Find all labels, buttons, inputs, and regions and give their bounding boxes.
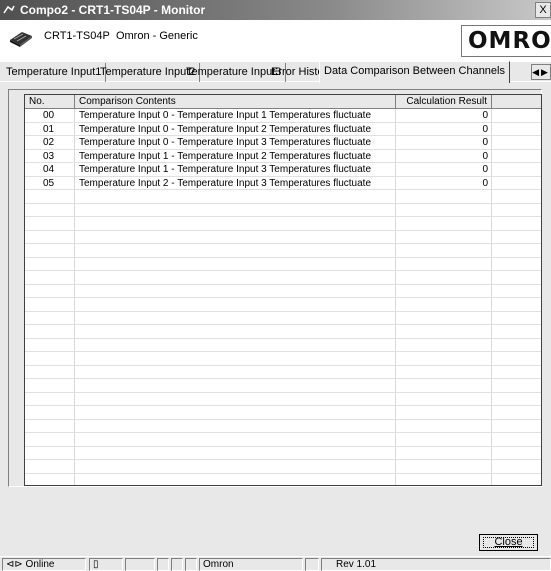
- column-header-no[interactable]: No.: [25, 95, 75, 109]
- cell-no: 03: [43, 150, 55, 162]
- table-row[interactable]: [25, 379, 541, 393]
- tab-bar: Temperature Input1 Temperature Input2 Te…: [0, 61, 551, 83]
- tab-panel: No. Comparison Contents Calculation Resu…: [8, 89, 542, 487]
- cell-no: 05: [43, 177, 55, 189]
- status-vendor: Omron: [199, 558, 303, 571]
- cell-no: 00: [43, 110, 55, 121]
- table-row[interactable]: [25, 352, 541, 366]
- status-text: Online: [25, 559, 55, 570]
- cell-calculation-result: 0: [482, 150, 488, 162]
- device-header: CRT1-TS04P Omron - Generic OMRON: [0, 20, 551, 62]
- table-row[interactable]: [25, 433, 541, 447]
- table-row[interactable]: [25, 312, 541, 325]
- cell-comparison-contents: Temperature Input 2 - Temperature Input …: [79, 177, 372, 189]
- status-panel: [171, 558, 183, 571]
- cell-calculation-result: 0: [482, 164, 488, 175]
- table-row[interactable]: [25, 258, 541, 271]
- table-row[interactable]: [25, 298, 541, 312]
- cell-no: 04: [43, 164, 55, 175]
- table-row[interactable]: [25, 366, 541, 379]
- cell-calculation-result: 0: [482, 137, 488, 148]
- omron-logo: OMRON: [461, 25, 551, 57]
- cell-no: 02: [43, 137, 55, 148]
- cell-comparison-contents: Temperature Input 0 - Temperature Input …: [79, 137, 372, 148]
- window-title: Compo2 - CRT1-TS04P - Monitor: [20, 3, 206, 17]
- table-row[interactable]: [25, 339, 541, 352]
- table-row[interactable]: [25, 420, 541, 433]
- table-row[interactable]: [25, 325, 541, 339]
- table-row[interactable]: 01 Temperature Input 0 - Temperature Inpu…: [25, 123, 541, 136]
- table-row[interactable]: [25, 217, 541, 231]
- status-panel: [157, 558, 169, 571]
- tab-temperature-input1[interactable]: Temperature Input1: [2, 63, 107, 82]
- lock-indicator-icon: ▯: [93, 559, 99, 570]
- status-indicator: ▯: [89, 558, 123, 571]
- status-bar: ⊲⊳ Online ▯ Omron Rev 1.01: [0, 556, 551, 571]
- table-row[interactable]: 00 Temperature Input 0 - Temperature Inpu…: [25, 109, 541, 123]
- device-vendor: Omron - Generic: [115, 30, 198, 42]
- column-header-comparison-contents[interactable]: Comparison Contents: [75, 95, 396, 109]
- comparison-table[interactable]: No. Comparison Contents Calculation Resu…: [24, 94, 542, 486]
- tab-data-comparison[interactable]: Data Comparison Between Channels: [319, 61, 510, 83]
- table-row[interactable]: [25, 204, 541, 217]
- tab-scroll-right-icon[interactable]: ▶: [541, 67, 550, 77]
- table-row[interactable]: [25, 271, 541, 285]
- window-close-button[interactable]: X: [535, 2, 551, 18]
- tab-scroll-left-icon[interactable]: ◀: [532, 67, 541, 77]
- cell-comparison-contents: Temperature Input 1 - Temperature Input …: [79, 150, 372, 162]
- table-row[interactable]: [25, 285, 541, 298]
- status-panel: [125, 558, 155, 571]
- app-icon: [3, 5, 15, 14]
- table-row[interactable]: [25, 406, 541, 420]
- cell-calculation-result: 0: [482, 110, 488, 121]
- device-module-icon: [10, 32, 32, 47]
- cell-comparison-contents: Temperature Input 0 - Temperature Input …: [79, 123, 372, 135]
- status-panel: [185, 558, 197, 571]
- table-row[interactable]: [25, 231, 541, 244]
- cell-calculation-result: 0: [482, 177, 488, 189]
- device-name: CRT1-TS04P: [44, 30, 110, 42]
- table-row[interactable]: [25, 460, 541, 474]
- table-row[interactable]: [25, 474, 541, 486]
- table-row[interactable]: 05 Temperature Input 2 - Temperature Inpu…: [25, 177, 541, 190]
- cell-no: 01: [43, 123, 55, 135]
- table-row[interactable]: 02 Temperature Input 0 - Temperature Inpu…: [25, 136, 541, 150]
- cell-calculation-result: 0: [482, 123, 488, 135]
- table-row[interactable]: [25, 244, 541, 258]
- status-connection: ⊲⊳ Online: [2, 558, 86, 571]
- table-row[interactable]: [25, 447, 541, 460]
- title-bar: Compo2 - CRT1-TS04P - Monitor X: [0, 0, 551, 20]
- close-button-focus-ring: [483, 537, 534, 548]
- cell-comparison-contents: Temperature Input 0 - Temperature Input …: [79, 110, 372, 121]
- close-button[interactable]: Close: [479, 534, 538, 551]
- status-panel: [305, 558, 319, 571]
- status-revision: Rev 1.01: [321, 558, 551, 571]
- column-header-calculation-result[interactable]: Calculation Result: [396, 95, 492, 109]
- table-row[interactable]: [25, 393, 541, 406]
- table-row[interactable]: 04 Temperature Input 1 - Temperature Inpu…: [25, 163, 541, 177]
- network-icon: ⊲⊳: [6, 559, 23, 570]
- table-row[interactable]: 03 Temperature Input 1 - Temperature Inpu…: [25, 150, 541, 163]
- table-row[interactable]: [25, 190, 541, 204]
- tab-scroll-buttons[interactable]: ◀▶: [531, 64, 551, 80]
- cell-comparison-contents: Temperature Input 1 - Temperature Input …: [79, 164, 372, 175]
- device-info: CRT1-TS04P Omron - Generic: [44, 30, 198, 42]
